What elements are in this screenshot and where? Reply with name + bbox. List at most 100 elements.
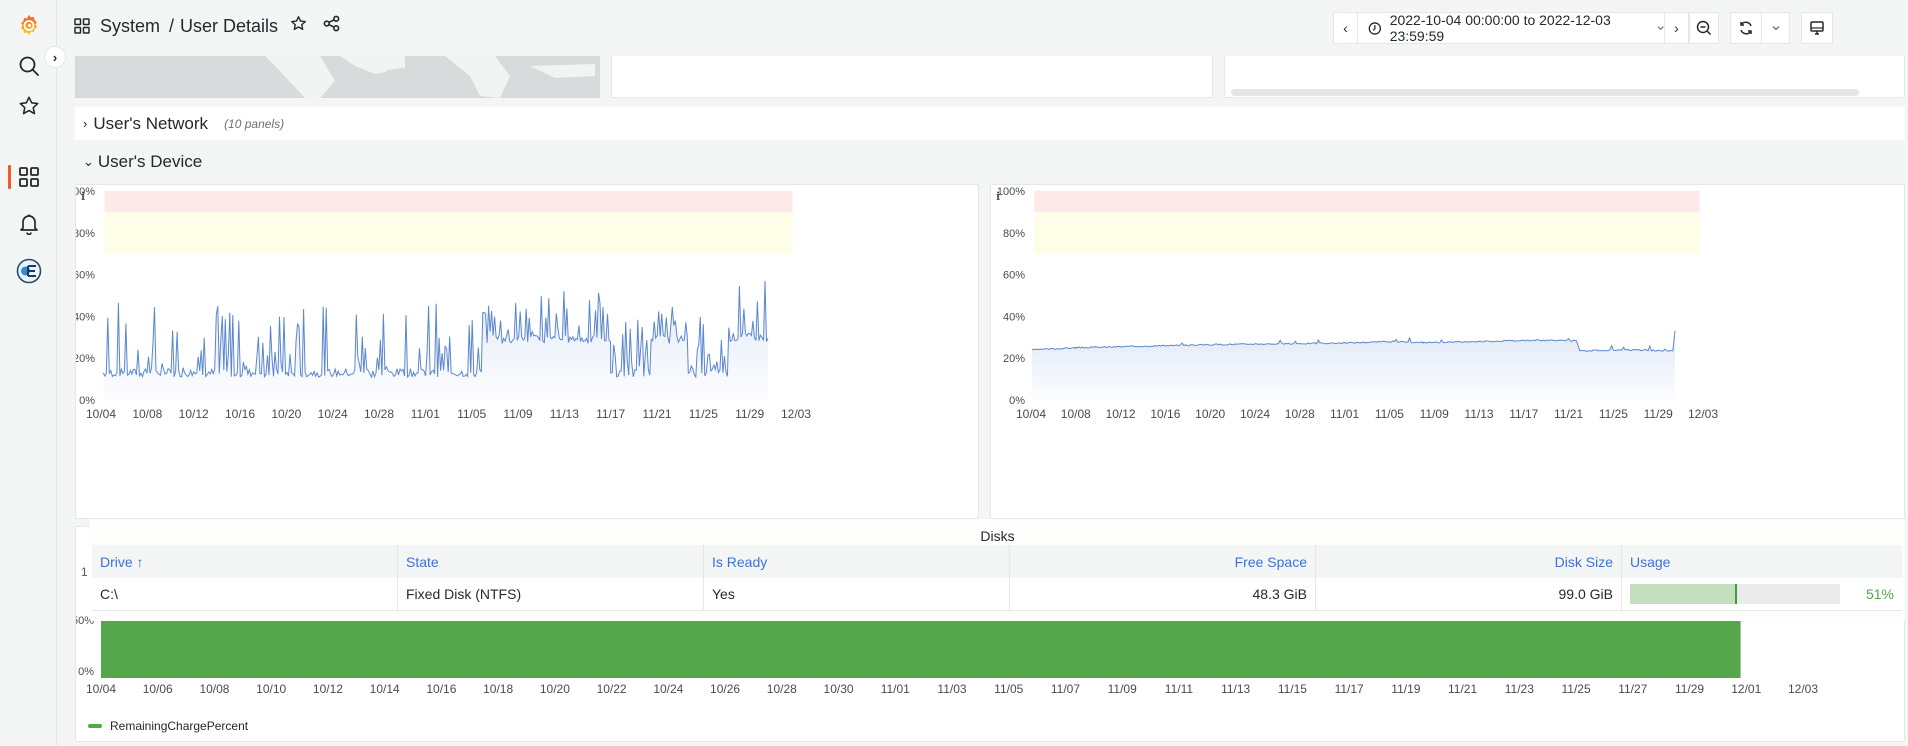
x-tick-label: 11/09 xyxy=(1108,682,1137,696)
threshold-band-red xyxy=(1034,191,1700,212)
cpu-usage-panel[interactable]: i CPU Usage Over Time 0%20%40%60%80%100%… xyxy=(75,184,979,519)
memory-usage-panel[interactable]: i Memory Usage Over Time 0%20%40%60%80%1… xyxy=(990,184,1905,519)
chart-plot-group: 0% 20% 40% 60% 80% 100% 10/04 10/08 10/12 10/16 10… xyxy=(997,186,1718,421)
breadcrumb-folder-link[interactable]: System xyxy=(100,16,160,37)
x-tick-label: 11/23 xyxy=(1505,682,1534,696)
x-tick-label: 11/09 xyxy=(503,407,532,421)
share-icon xyxy=(323,15,340,32)
x-tick-label: 10/20 xyxy=(540,682,570,696)
x-tick-label: 10/14 xyxy=(370,682,400,696)
refresh-interval-dropdown[interactable] xyxy=(1762,12,1790,44)
x-tick-label: 10/22 xyxy=(597,682,627,696)
x-tick-label: 10/16 xyxy=(225,407,255,421)
starred-button[interactable] xyxy=(0,86,57,126)
x-tick-label: 10/24 xyxy=(1240,407,1270,421)
x-tick-label: 11/29 xyxy=(1644,407,1673,421)
grafana-logo-button[interactable] xyxy=(0,5,57,45)
column-header-drive[interactable]: Drive ↑ xyxy=(92,545,398,578)
cell-free-space: 48.3 GiB xyxy=(1010,578,1316,610)
x-tick-label: 10/12 xyxy=(313,682,343,696)
table-row: C:\ Fixed Disk (NTFS) Yes 48.3 GiB 99.0 … xyxy=(92,578,1902,611)
time-shift-forward-button[interactable]: › xyxy=(1665,12,1689,44)
legend-item[interactable]: RemainingChargePercent xyxy=(88,719,248,733)
cell-state: Fixed Disk (NTFS) xyxy=(398,578,704,610)
dashboards-grid-icon xyxy=(18,167,39,187)
plugin-app-icon xyxy=(16,258,41,284)
x-tick-label: 10/28 xyxy=(767,682,797,696)
expand-menu-button[interactable]: › xyxy=(44,46,66,68)
alerting-button[interactable] xyxy=(0,204,57,244)
legend-color-swatch xyxy=(88,724,102,728)
y-tick-label: 100% xyxy=(997,186,1025,198)
plugin-app-button[interactable] xyxy=(0,251,57,291)
x-tick-label: 12/03 xyxy=(1688,407,1718,421)
geomap-panel[interactable] xyxy=(75,56,600,98)
x-tick-label: 11/11 xyxy=(1165,682,1194,696)
x-tick-label: 11/15 xyxy=(1278,682,1307,696)
cell-disk-size: 99.0 GiB xyxy=(1316,578,1622,610)
dashboards-button[interactable] xyxy=(0,157,57,197)
threshold-band-yellow xyxy=(104,211,793,254)
horizontal-scrollbar[interactable] xyxy=(1231,89,1859,96)
chevron-right-icon: › xyxy=(52,49,58,65)
y-tick-label: 20% xyxy=(1003,353,1025,365)
page-title: User Details xyxy=(180,15,279,36)
share-dashboard-button[interactable] xyxy=(323,15,340,37)
column-label: Is Ready xyxy=(712,553,768,570)
grafana-logo-icon xyxy=(20,15,37,35)
row-panel-count: (10 panels) xyxy=(224,116,285,131)
refresh-button[interactable] xyxy=(1730,12,1762,44)
tv-mode-button[interactable] xyxy=(1801,12,1833,44)
column-label: Disk Size xyxy=(1554,553,1613,570)
time-range-picker[interactable]: 2022-10-04 00:00:00 to 2022-12-03 23:59:… xyxy=(1357,12,1665,44)
y-tick-label: 100% xyxy=(76,186,95,198)
column-header-state[interactable]: State xyxy=(398,545,704,578)
x-tick-label: 10/26 xyxy=(710,682,740,696)
x-tick-label: 11/01 xyxy=(881,682,910,696)
legend-label: RemainingChargePercent xyxy=(110,719,249,733)
cpu-chart: 0% 20% 40% 60% 80% 100% 10/04 10/08 10/12 10/16 10… xyxy=(76,186,811,421)
chevron-right-icon: › xyxy=(83,116,88,131)
x-tick-label: 11/17 xyxy=(1335,682,1364,696)
x-tick-label: 11/05 xyxy=(1375,407,1404,421)
dashboard-grid-icon xyxy=(74,18,90,34)
row-title: User's Device xyxy=(97,152,203,171)
x-tick-label: 10/04 xyxy=(1016,407,1046,421)
cell-usage: 51% xyxy=(1622,578,1902,610)
y-tick-label: 40% xyxy=(1003,311,1025,323)
x-tick-label: 10/12 xyxy=(1106,407,1136,421)
usage-value: 51% xyxy=(1865,586,1894,602)
column-header-disk-size[interactable]: Disk Size xyxy=(1316,545,1622,578)
x-tick-label: 10/24 xyxy=(653,682,683,696)
search-icon xyxy=(19,56,39,76)
zoom-out-icon xyxy=(1696,20,1712,36)
disks-table: Drive ↑ State Is Ready Free Space Disk S… xyxy=(92,545,1902,611)
x-tick-label: 10/04 xyxy=(86,682,116,696)
top-bar: System / User Details ‹ 2022-10-04 00:00… xyxy=(57,0,1908,56)
x-tick-label: 12/01 xyxy=(1731,682,1761,696)
row-users-network[interactable]: › User's Network (10 panels) xyxy=(75,107,1905,140)
column-label: Drive ↑ xyxy=(100,553,144,570)
refresh-icon xyxy=(1740,21,1752,35)
panel-title[interactable]: Disks xyxy=(90,528,1905,544)
x-tick-label: 10/28 xyxy=(1285,407,1315,421)
cell-is-ready: Yes xyxy=(704,578,1010,610)
usage-bar-gauge xyxy=(1630,584,1840,604)
zoom-out-button[interactable] xyxy=(1689,12,1719,44)
y-tick-label: 80% xyxy=(1003,228,1025,240)
chevron-down-icon: ⌄ xyxy=(83,154,94,169)
x-tick-label: 10/16 xyxy=(1150,407,1180,421)
x-tick-label: 10/04 xyxy=(86,407,116,421)
column-header-usage[interactable]: Usage xyxy=(1622,545,1902,578)
usage-bar-fill xyxy=(1630,584,1738,604)
x-tick-label: 11/19 xyxy=(1391,682,1420,696)
time-shift-back-button[interactable]: ‹ xyxy=(1333,12,1357,44)
row-users-device[interactable]: ⌄ User's Device xyxy=(75,147,1905,177)
mark-favorite-button[interactable] xyxy=(290,15,307,37)
column-header-is-ready[interactable]: Is Ready xyxy=(704,545,1010,578)
memory-chart: 0% 20% 40% 60% 80% 100% 10/04 10/08 10/12 10/16 10… xyxy=(997,186,1718,421)
x-tick-label: 11/05 xyxy=(994,682,1023,696)
column-header-free-space[interactable]: Free Space xyxy=(1010,545,1316,578)
x-tick-label: 11/03 xyxy=(937,682,966,696)
x-tick-label: 10/06 xyxy=(143,682,173,696)
